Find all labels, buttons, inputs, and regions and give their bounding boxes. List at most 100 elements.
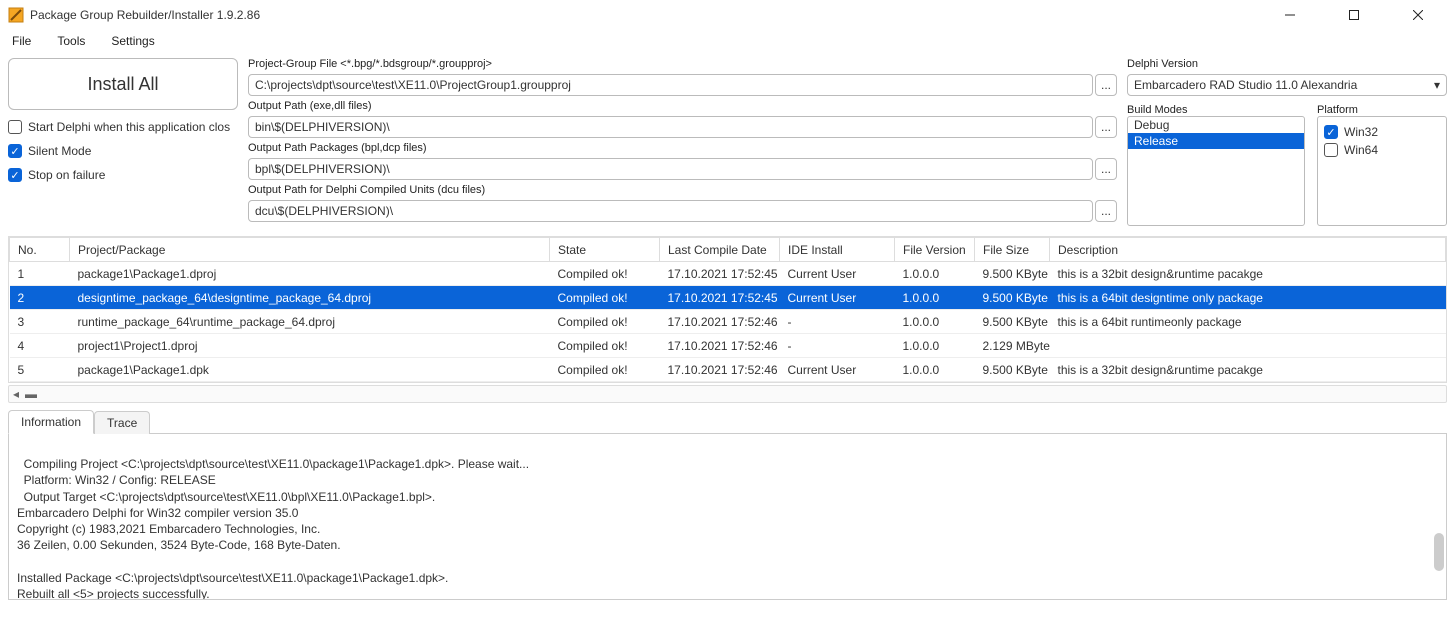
cell-state: Compiled ok! xyxy=(550,286,660,310)
delphi-version-combo[interactable]: Embarcadero RAD Studio 11.0 Alexandria ▾ xyxy=(1127,74,1447,96)
table-row[interactable]: 1package1\Package1.dprojCompiled ok!17.1… xyxy=(10,262,1446,286)
minimize-button[interactable] xyxy=(1267,0,1313,30)
log-tabs: Information Trace xyxy=(8,409,1447,434)
output-exe-input[interactable]: bin\$(DELPHIVERSION)\ xyxy=(248,116,1093,138)
cell-project: package1\Package1.dproj xyxy=(70,262,550,286)
menu-file[interactable]: File xyxy=(6,32,37,50)
cell-ver: 1.0.0.0 xyxy=(895,286,975,310)
browse-exe-button[interactable]: ... xyxy=(1095,116,1117,138)
cell-ide: - xyxy=(780,334,895,358)
cell-desc: this is a 64bit designtime only package xyxy=(1050,286,1446,310)
cell-project: package1\Package1.dpk xyxy=(70,358,550,382)
cell-ide: Current User xyxy=(780,358,895,382)
col-file-version[interactable]: File Version xyxy=(895,238,975,262)
check-stop-on-failure-label: Stop on failure xyxy=(28,168,105,182)
build-mode-debug[interactable]: Debug xyxy=(1128,117,1304,133)
window-title: Package Group Rebuilder/Installer 1.9.2.… xyxy=(30,8,1267,22)
col-no[interactable]: No. xyxy=(10,238,70,262)
cell-last: 17.10.2021 17:52:45 xyxy=(660,262,780,286)
platform-win32[interactable]: ✓ Win32 xyxy=(1324,125,1440,139)
cell-state: Compiled ok! xyxy=(550,262,660,286)
project-group-file-input[interactable]: C:\projects\dpt\source\test\XE11.0\Proje… xyxy=(248,74,1093,96)
col-description[interactable]: Description xyxy=(1050,238,1446,262)
cell-ver: 1.0.0.0 xyxy=(895,334,975,358)
horizontal-scrollbar[interactable]: ◂ ▬ xyxy=(8,385,1447,403)
cell-ver: 1.0.0.0 xyxy=(895,358,975,382)
cell-size: 9.500 KByte xyxy=(975,286,1050,310)
cell-size: 2.129 MByte xyxy=(975,334,1050,358)
col-ide-install[interactable]: IDE Install xyxy=(780,238,895,262)
table-row[interactable]: 3runtime_package_64\runtime_package_64.d… xyxy=(10,310,1446,334)
table-row[interactable]: 5package1\Package1.dpkCompiled ok!17.10.… xyxy=(10,358,1446,382)
col-last-compile[interactable]: Last Compile Date xyxy=(660,238,780,262)
col-project[interactable]: Project/Package xyxy=(70,238,550,262)
tab-information[interactable]: Information xyxy=(8,410,94,434)
app-icon xyxy=(8,7,24,23)
browse-pkg-button[interactable]: ... xyxy=(1095,158,1117,180)
cell-desc xyxy=(1050,334,1446,358)
checkbox-icon: ✓ xyxy=(8,144,22,158)
cell-state: Compiled ok! xyxy=(550,310,660,334)
install-all-button[interactable]: Install All xyxy=(8,58,238,110)
platform-win32-label: Win32 xyxy=(1344,125,1378,139)
check-start-delphi[interactable]: Start Delphi when this application clos xyxy=(8,120,238,134)
checkbox-icon: ✓ xyxy=(8,168,22,182)
cell-ide: Current User xyxy=(780,286,895,310)
checkbox-icon xyxy=(8,120,22,134)
cell-desc: this is a 64bit runtimeonly package xyxy=(1050,310,1446,334)
output-dcu-input[interactable]: dcu\$(DELPHIVERSION)\ xyxy=(248,200,1093,222)
check-stop-on-failure[interactable]: ✓ Stop on failure xyxy=(8,168,238,182)
cell-desc: this is a 32bit design&runtime pacakge xyxy=(1050,262,1446,286)
build-mode-release[interactable]: Release xyxy=(1128,133,1304,149)
col-file-size[interactable]: File Size xyxy=(975,238,1050,262)
scroll-left-icon[interactable]: ◂ xyxy=(13,387,19,401)
cell-no: 4 xyxy=(10,334,70,358)
menu-tools[interactable]: Tools xyxy=(51,32,91,50)
cell-state: Compiled ok! xyxy=(550,334,660,358)
browse-dcu-button[interactable]: ... xyxy=(1095,200,1117,222)
cell-size: 9.500 KByte xyxy=(975,310,1050,334)
platform-win64[interactable]: Win64 xyxy=(1324,143,1440,157)
build-modes-list[interactable]: Debug Release xyxy=(1127,116,1305,226)
platform-win64-label: Win64 xyxy=(1344,143,1378,157)
cell-no: 2 xyxy=(10,286,70,310)
cell-state: Compiled ok! xyxy=(550,358,660,382)
cell-last: 17.10.2021 17:52:45 xyxy=(660,286,780,310)
cell-ide: Current User xyxy=(780,262,895,286)
vertical-scrollbar-thumb[interactable] xyxy=(1434,533,1444,571)
col-state[interactable]: State xyxy=(550,238,660,262)
scroll-end-icon[interactable]: ▬ xyxy=(25,387,34,401)
cell-last: 17.10.2021 17:52:46 xyxy=(660,310,780,334)
table-row[interactable]: 4project1\Project1.dprojCompiled ok!17.1… xyxy=(10,334,1446,358)
close-button[interactable] xyxy=(1395,0,1441,30)
platform-panel: ✓ Win32 Win64 xyxy=(1317,116,1447,226)
delphi-version-value: Embarcadero RAD Studio 11.0 Alexandria xyxy=(1134,78,1357,92)
titlebar: Package Group Rebuilder/Installer 1.9.2.… xyxy=(0,0,1455,30)
output-exe-label: Output Path (exe,dll files) xyxy=(248,100,1117,112)
platform-label: Platform xyxy=(1317,104,1447,116)
menubar: File Tools Settings xyxy=(0,30,1455,52)
project-group-file-label: Project-Group File <*.bpg/*.bdsgroup/*.g… xyxy=(248,58,1117,70)
window-buttons xyxy=(1267,0,1447,30)
left-column: Install All Start Delphi when this appli… xyxy=(8,58,238,226)
menu-settings[interactable]: Settings xyxy=(105,32,160,50)
log-output[interactable]: Compiling Project <C:\projects\dpt\sourc… xyxy=(8,434,1447,600)
cell-desc: this is a 32bit design&runtime pacakge xyxy=(1050,358,1446,382)
table-header-row: No. Project/Package State Last Compile D… xyxy=(10,238,1446,262)
cell-last: 17.10.2021 17:52:46 xyxy=(660,358,780,382)
cell-size: 9.500 KByte xyxy=(975,358,1050,382)
maximize-button[interactable] xyxy=(1331,0,1377,30)
cell-project: project1\Project1.dproj xyxy=(70,334,550,358)
output-pkg-label: Output Path Packages (bpl,dcp files) xyxy=(248,142,1117,154)
table-row[interactable]: 2designtime_package_64\designtime_packag… xyxy=(10,286,1446,310)
cell-ide: - xyxy=(780,310,895,334)
cell-project: designtime_package_64\designtime_package… xyxy=(70,286,550,310)
tab-trace[interactable]: Trace xyxy=(94,411,150,434)
top-controls: Install All Start Delphi when this appli… xyxy=(0,52,1455,232)
output-pkg-input[interactable]: bpl\$(DELPHIVERSION)\ xyxy=(248,158,1093,180)
right-column: Delphi Version Embarcadero RAD Studio 11… xyxy=(1127,58,1447,226)
browse-project-group-button[interactable]: ... xyxy=(1095,74,1117,96)
chevron-down-icon: ▾ xyxy=(1434,78,1440,92)
projects-table[interactable]: No. Project/Package State Last Compile D… xyxy=(8,236,1447,383)
check-silent-mode[interactable]: ✓ Silent Mode xyxy=(8,144,238,158)
